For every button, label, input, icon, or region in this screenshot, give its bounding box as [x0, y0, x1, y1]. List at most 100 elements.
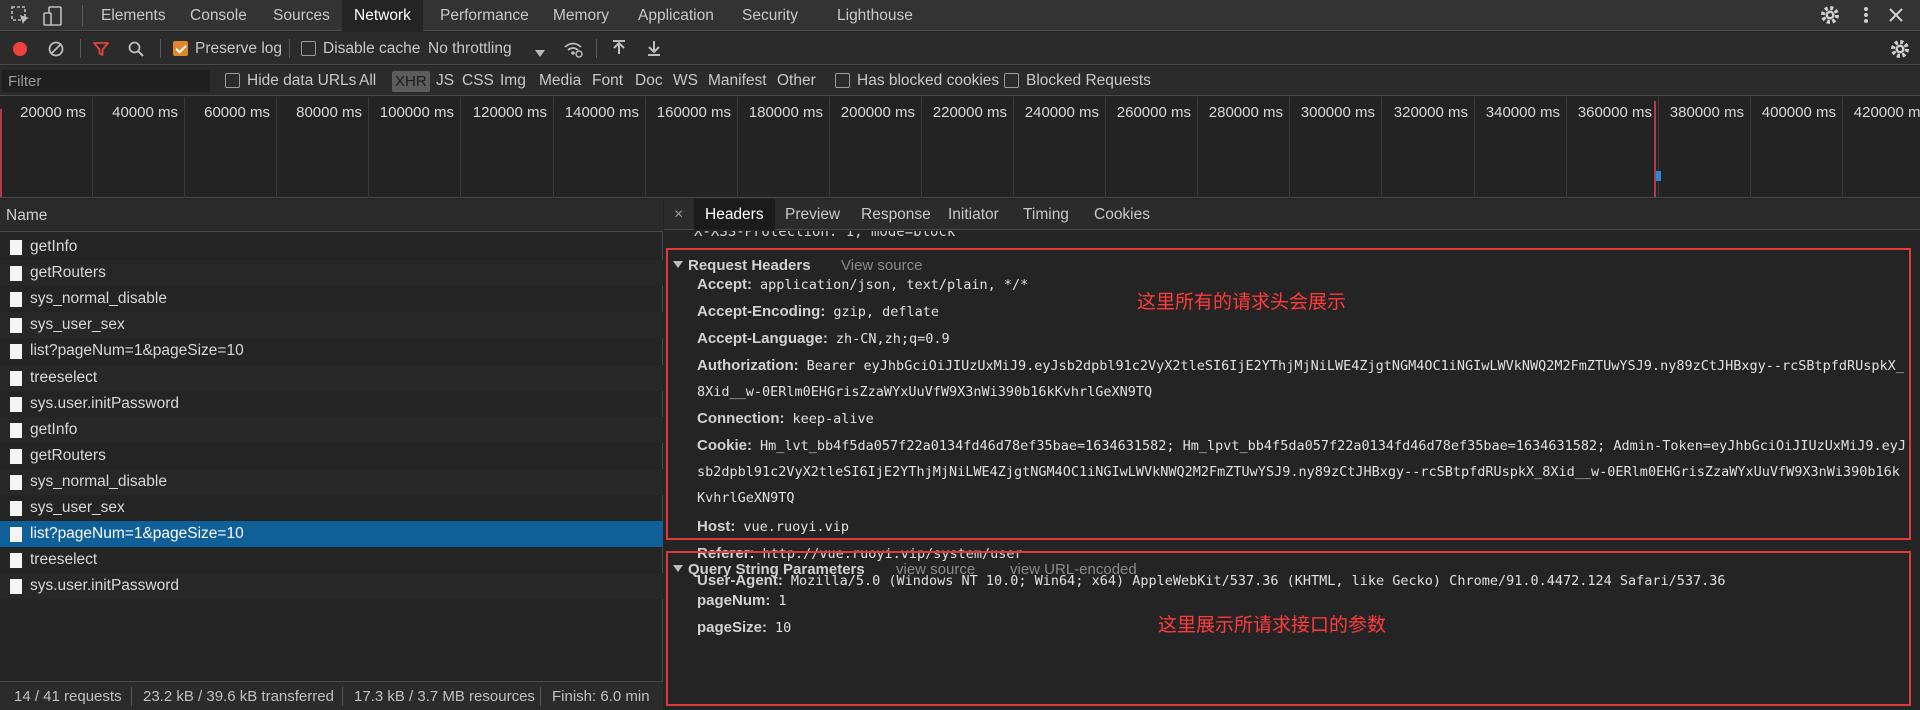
details-scrollbar[interactable] [1914, 231, 1920, 710]
overview-timeline[interactable]: 20000 ms 40000 ms 60000 ms 80000 ms 100000 m… [0, 97, 1920, 198]
inspect-element-icon[interactable] [10, 5, 32, 27]
view-url-encoded-link[interactable]: view URL-encoded [1010, 561, 1137, 578]
filter-icon[interactable] [92, 40, 110, 62]
device-toolbar-icon[interactable] [42, 5, 64, 27]
tab-headers[interactable]: Headers [694, 199, 775, 230]
overview-activity-bar [0, 109, 2, 197]
tab-performance[interactable]: Performance [440, 0, 529, 31]
request-row[interactable]: getRouters [0, 260, 663, 287]
request-row[interactable]: list?pageNum=1&pageSize=10 [0, 338, 663, 364]
has-blocked-cookies-checkbox[interactable] [835, 73, 850, 88]
request-name: treeselect [30, 368, 98, 386]
timeline-gridline [1013, 97, 1014, 198]
filter-type-media[interactable]: Media [539, 66, 581, 96]
filter-input[interactable] [2, 70, 210, 92]
timeline-gridline [553, 97, 554, 198]
tab-memory[interactable]: Memory [553, 0, 609, 31]
search-icon[interactable] [127, 40, 145, 62]
toolbar-divider [80, 39, 81, 58]
request-row[interactable]: sys.user.initPassword [0, 573, 663, 600]
request-name: getInfo [30, 420, 78, 438]
request-row[interactable]: sys_normal_disable [0, 286, 663, 312]
tab-sources[interactable]: Sources [273, 0, 330, 31]
tab-network[interactable]: Network [342, 0, 423, 31]
header-row-authorization: Authorization: Bearer eyJhbGciOiJIUzUxMiJ… [697, 357, 1904, 400]
request-row[interactable]: treeselect [0, 547, 663, 573]
blocked-requests-checkbox[interactable] [1004, 73, 1019, 88]
param-row-pagenum: pageNum: 1 [697, 592, 787, 609]
request-row[interactable]: treeselect [0, 364, 663, 391]
tab-security[interactable]: Security [742, 0, 798, 31]
expand-triangle-icon [673, 565, 683, 572]
timeline-tick-label: 40000 ms [112, 104, 178, 121]
request-row[interactable]: sys_user_sex [0, 312, 663, 339]
toolbar-divider [160, 39, 161, 58]
network-settings-gear-icon[interactable] [1889, 38, 1911, 64]
tab-initiator[interactable]: Initiator [948, 199, 999, 230]
tab-console[interactable]: Console [190, 0, 247, 31]
request-name: sys_user_sex [30, 499, 125, 516]
preserve-log-label: Preserve log [195, 40, 283, 57]
request-row[interactable]: getInfo [0, 234, 663, 260]
request-row[interactable]: sys_normal_disable [0, 468, 663, 495]
filter-type-img[interactable]: Img [500, 66, 526, 96]
request-row[interactable]: sys.user.initPassword [0, 391, 663, 417]
timeline-gridline [829, 97, 830, 198]
request-row[interactable]: list?pageNum=1&pageSize=10 [0, 521, 663, 548]
tab-response[interactable]: Response [861, 199, 931, 230]
detail-tab-bar: × Headers Preview Response Initiator Tim… [664, 199, 1920, 230]
close-devtools-icon[interactable] [1885, 4, 1907, 30]
filter-type-font[interactable]: Font [592, 66, 623, 96]
toolbar-divider [82, 5, 83, 26]
close-details-icon[interactable]: × [674, 199, 683, 230]
header-row-connection: Connection: keep-alive [697, 410, 874, 427]
preserve-log-checkbox[interactable] [173, 41, 188, 56]
disable-cache-checkbox[interactable] [301, 41, 316, 56]
tab-preview[interactable]: Preview [785, 199, 840, 230]
transferred-size: 23.2 kB / 39.6 kB transferred [143, 688, 334, 705]
tab-lighthouse[interactable]: Lighthouse [837, 0, 913, 31]
hide-data-urls-checkbox[interactable] [225, 73, 240, 88]
request-count: 14 / 41 requests [14, 688, 122, 705]
chevron-down-icon[interactable] [535, 45, 545, 62]
request-name: sys_user_sex [30, 316, 125, 334]
network-toolbar: Preserve log Disable cache No throttling [0, 32, 1920, 65]
record-stop-icon[interactable] [12, 41, 28, 61]
timeline-tick-label: 240000 ms [1024, 104, 1099, 121]
request-row[interactable]: sys_user_sex [0, 495, 663, 521]
tab-elements[interactable]: Elements [101, 0, 166, 31]
query-view-source-link[interactable]: view source [896, 561, 975, 578]
status-divider [540, 687, 541, 706]
import-har-icon[interactable] [610, 39, 628, 61]
timeline-tick-label: 60000 ms [204, 104, 270, 121]
filter-type-js[interactable]: JS [436, 66, 454, 96]
query-params-title[interactable]: Query String Parameters [673, 561, 865, 578]
filter-type-other[interactable]: Other [777, 66, 816, 96]
filter-type-all[interactable]: All [359, 66, 376, 96]
filter-type-xhr[interactable]: XHR [392, 71, 430, 92]
name-column-header[interactable]: Name [0, 199, 663, 232]
filter-type-doc[interactable]: Doc [635, 66, 663, 96]
export-har-icon[interactable] [645, 39, 663, 61]
request-name: sys.user.initPassword [30, 577, 180, 595]
timeline-tick-label: 380000 ms [1669, 104, 1744, 121]
tab-cookies[interactable]: Cookies [1094, 199, 1150, 230]
settings-gear-icon[interactable] [1819, 4, 1841, 30]
header-row-cookie: Cookie: Hm_lvt_bb4f5da057f22a0134fd46d78e… [697, 437, 1907, 506]
request-row[interactable]: getInfo [0, 416, 663, 443]
filter-type-manifest[interactable]: Manifest [708, 66, 767, 96]
network-status-bar: 14 / 41 requests 23.2 kB / 39.6 kB trans… [0, 681, 663, 710]
request-list-pane: Name getInfo getRouters sys_normal_disable… [0, 199, 663, 710]
filter-type-css[interactable]: CSS [462, 66, 494, 96]
tab-application[interactable]: Application [638, 0, 714, 31]
overview-activity-bar [1654, 101, 1656, 197]
more-options-icon[interactable] [1855, 4, 1877, 30]
document-icon [10, 474, 22, 490]
network-conditions-icon[interactable] [563, 40, 583, 62]
clear-log-icon[interactable] [47, 40, 65, 62]
timeline-gridline [1750, 97, 1751, 198]
request-row[interactable]: getRouters [0, 443, 663, 469]
throttling-select[interactable]: No throttling [428, 32, 512, 65]
tab-timing[interactable]: Timing [1023, 199, 1069, 230]
filter-type-ws[interactable]: WS [673, 66, 698, 96]
